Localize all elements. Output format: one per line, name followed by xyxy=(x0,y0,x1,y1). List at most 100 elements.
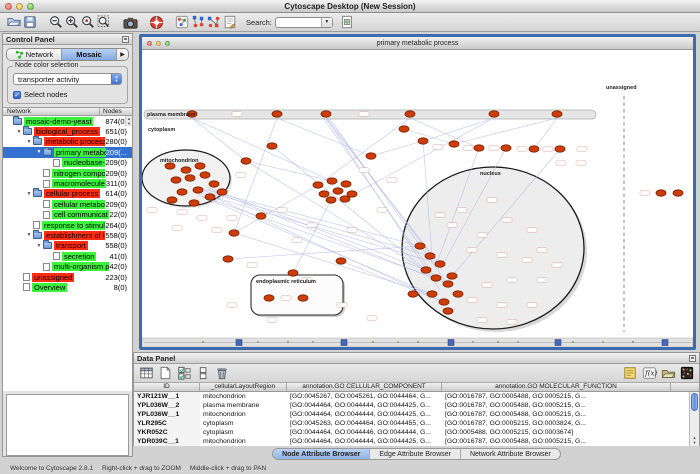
network-edge[interactable] xyxy=(454,118,557,144)
tree-row[interactable]: mosaic-demo-yeast874(0) xyxy=(3,116,132,126)
table-cell[interactable]: YLR295C xyxy=(134,419,200,428)
tree-row[interactable]: ▼biological_process651(0) xyxy=(3,126,132,136)
tree-row[interactable]: macromolecule311(0) xyxy=(3,178,132,188)
select-attributes-icon[interactable] xyxy=(176,365,192,381)
annotation-note-icon[interactable] xyxy=(622,365,638,381)
table-cell[interactable]: YJR121W__1 xyxy=(134,392,200,401)
zoom-selected-icon[interactable] xyxy=(80,14,96,30)
data-panel-float-icon[interactable] xyxy=(689,355,696,362)
network-node[interactable] xyxy=(439,299,449,305)
network-node[interactable] xyxy=(474,145,484,151)
expander-icon[interactable]: ▼ xyxy=(35,243,43,249)
tab-node-attribute-browser[interactable]: Node Attribute Browser xyxy=(273,449,370,459)
import-table-icon[interactable] xyxy=(339,14,355,30)
network-node[interactable] xyxy=(229,230,239,236)
table-scrollbar[interactable]: ▲▼ xyxy=(689,392,699,446)
select-nodes-checkbox[interactable]: ✓ xyxy=(13,91,21,99)
band-node[interactable] xyxy=(236,340,242,346)
table-cell[interactable]: YDR039C__1 xyxy=(134,437,200,446)
table-cell[interactable]: [GO:0044464, GO:0044444, GO:0044425, G..… xyxy=(287,402,442,409)
network-node[interactable] xyxy=(177,189,187,195)
open-session-icon[interactable] xyxy=(6,14,22,30)
table-cell[interactable]: [GO:0044464, GO:0044446, GO:0044444, G..… xyxy=(287,429,442,436)
tree-row[interactable]: Overview8(0) xyxy=(3,282,132,292)
table-cell[interactable]: cytoplasm xyxy=(200,420,287,427)
network-node[interactable] xyxy=(552,111,562,117)
tree-row[interactable]: ▼transport558(0) xyxy=(3,241,132,251)
network-node[interactable] xyxy=(443,281,453,287)
network-node[interactable] xyxy=(529,146,539,152)
network-node[interactable] xyxy=(435,261,445,267)
network-edge[interactable] xyxy=(404,129,454,144)
tab-edge-attribute-browser[interactable]: Edge Attribute Browser xyxy=(370,449,461,459)
attribute-table-icon[interactable] xyxy=(138,365,154,381)
table-cell[interactable]: [GO:0016787, GO:0005488, GO:0005215, G..… xyxy=(442,393,671,400)
zoom-out-icon[interactable] xyxy=(48,14,64,30)
network-node[interactable] xyxy=(217,189,227,195)
network-node[interactable] xyxy=(167,197,177,203)
table-cell[interactable]: mitochondrion xyxy=(200,438,287,445)
table-row[interactable]: YKR052Ccytoplasm[GO:0044464, GO:0044446,… xyxy=(134,428,699,437)
tree-row[interactable]: unassigned223(0) xyxy=(3,272,132,282)
float-panel-icon[interactable] xyxy=(122,36,129,43)
network-node[interactable] xyxy=(327,178,337,184)
network-node[interactable] xyxy=(425,253,435,259)
expander-icon[interactable]: ▼ xyxy=(25,191,33,197)
network-node[interactable] xyxy=(399,126,409,132)
table-row[interactable]: YJR121W__1mitochondrion[GO:0045267, GO:0… xyxy=(134,392,699,401)
tree-row[interactable]: nucleobase-209(0) xyxy=(3,158,132,168)
save-session-icon[interactable] xyxy=(22,14,38,30)
network-node[interactable] xyxy=(673,190,683,196)
search-input[interactable] xyxy=(276,18,321,27)
table-column-header[interactable]: annotation.GO CELLULAR_COMPONENT xyxy=(287,383,442,391)
network-node[interactable] xyxy=(418,138,428,144)
network-edge[interactable] xyxy=(293,200,331,273)
nucleus-compartment[interactable] xyxy=(402,167,584,329)
band-node[interactable] xyxy=(662,340,668,346)
tree-scrollbar[interactable]: ▲▼ xyxy=(125,116,132,126)
tree-row[interactable]: ▼metabolic process280(0) xyxy=(3,137,132,147)
table-cell[interactable]: YPL036W__1 xyxy=(134,410,200,419)
expander-icon[interactable]: ▼ xyxy=(15,129,23,135)
network-node[interactable] xyxy=(408,291,418,297)
network-node[interactable] xyxy=(171,177,181,183)
layout-b-icon[interactable] xyxy=(206,14,222,30)
table-row[interactable]: YDR039C__1mitochondrion[GO:0044464, GO:0… xyxy=(134,437,699,446)
network-node[interactable] xyxy=(298,295,308,301)
zoom-in-icon[interactable] xyxy=(64,14,80,30)
network-node[interactable] xyxy=(326,197,336,203)
table-row[interactable]: YPL036W__2plasma membrane[GO:0044464, GO… xyxy=(134,401,699,410)
tree-row[interactable]: ▼primary metabo209(... xyxy=(3,147,132,157)
network-node[interactable] xyxy=(185,175,195,181)
search-box[interactable]: ▼ xyxy=(275,17,333,28)
network-node[interactable] xyxy=(366,153,376,159)
expander-icon[interactable]: ▼ xyxy=(35,149,43,155)
network-node[interactable] xyxy=(264,295,274,301)
help-icon[interactable] xyxy=(148,14,164,30)
network-node[interactable] xyxy=(453,291,463,297)
annotation-icon[interactable] xyxy=(222,14,238,30)
table-scrollbar-thumb[interactable] xyxy=(691,393,698,411)
network-node[interactable] xyxy=(341,181,351,187)
band-node[interactable] xyxy=(555,340,561,346)
expander-icon[interactable]: ▼ xyxy=(25,232,33,238)
table-cell[interactable]: [GO:0045267, GO:0045261, GO:0044464, G..… xyxy=(287,393,442,400)
expander-icon[interactable]: ▼ xyxy=(25,139,33,145)
band-node[interactable] xyxy=(448,340,454,346)
zoom-fit-icon[interactable] xyxy=(96,14,112,30)
network-node[interactable] xyxy=(193,187,203,193)
import-attributes-icon[interactable] xyxy=(660,365,676,381)
network-node[interactable] xyxy=(223,256,233,262)
tree-row[interactable]: cellular metabo209(0) xyxy=(3,199,132,209)
band-node[interactable] xyxy=(341,340,347,346)
table-cell[interactable]: [GO:0044464, GO:0044444, GO:0044425, G..… xyxy=(287,438,442,445)
table-column-header[interactable]: annotation.GO MOLECULAR_FUNCTION xyxy=(442,383,671,391)
table-cell[interactable]: [GO:0045263, GO:0044464, GO:0044455, G..… xyxy=(287,420,442,427)
table-cell[interactable]: [GO:0016787, GO:0005488, GO:0005215, G..… xyxy=(442,402,671,409)
table-cell[interactable]: YPL036W__2 xyxy=(134,401,200,410)
network-node[interactable] xyxy=(431,275,441,281)
network-node[interactable] xyxy=(321,111,331,117)
network-node[interactable] xyxy=(415,243,425,249)
network-node[interactable] xyxy=(501,145,511,151)
matrix-icon[interactable] xyxy=(679,365,695,381)
